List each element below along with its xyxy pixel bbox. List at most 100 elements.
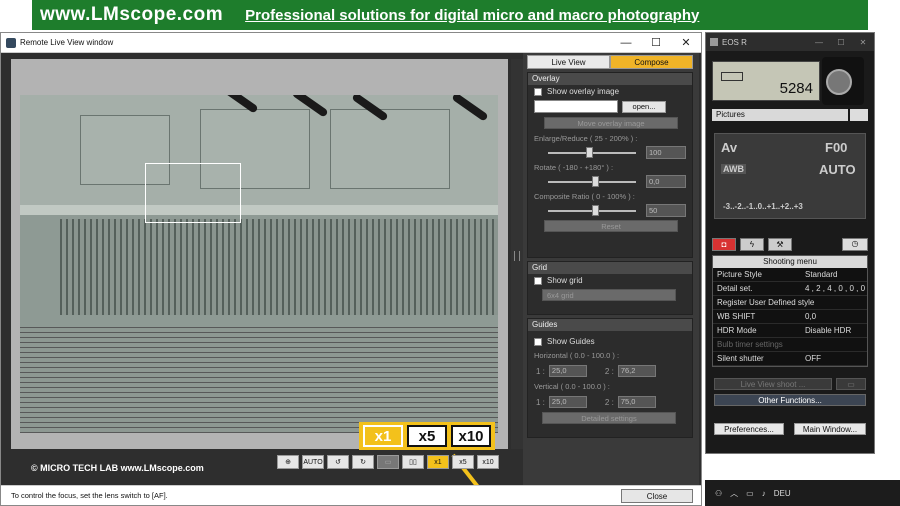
white-balance-button[interactable]: ⊕: [277, 455, 299, 469]
menu-row[interactable]: Silent shutter OFF: [713, 352, 867, 366]
banner-url: www.LMscope.com: [40, 4, 224, 25]
eos-minimize-button[interactable]: —: [808, 38, 830, 47]
horizontal-2-input[interactable]: 76,2: [617, 365, 656, 377]
show-overlay-label: Show overlay image: [547, 87, 620, 96]
eos-utility-window: EOS R — ☐ ✕ 5284 Pictures Av F00 AWB AUT…: [705, 32, 875, 454]
tab-compose[interactable]: Compose: [610, 55, 693, 69]
overlay-header: Overlay: [528, 73, 692, 85]
zoom-x1-button[interactable]: x1: [427, 455, 449, 469]
mode-value[interactable]: Av: [721, 140, 737, 155]
zoom-x5-large: x5: [407, 425, 447, 447]
maximize-button[interactable]: ☐: [641, 36, 671, 49]
pictures-folder[interactable]: Pictures: [712, 109, 848, 121]
flash-icon[interactable]: ϟ: [740, 238, 764, 251]
show-guides-label: Show Guides: [547, 337, 595, 346]
reset-button: Reset: [544, 220, 678, 232]
live-view-body: x1 x5 x10 © MICRO TECH LAB www.LMscope.c…: [1, 53, 701, 493]
v2-label: 2 :: [604, 397, 614, 407]
language-indicator[interactable]: DEU: [774, 489, 791, 498]
wb-value[interactable]: AWB: [721, 164, 746, 174]
zoom-x10-button[interactable]: x10: [477, 455, 499, 469]
overlay-path-input[interactable]: [534, 100, 618, 113]
close-window-button[interactable]: ✕: [671, 36, 701, 49]
iso-value[interactable]: AUTO: [819, 162, 856, 177]
disabled-tool-button: ▭: [377, 455, 399, 469]
eos-tabs: ◘ ϟ ⚒: [712, 238, 792, 251]
network-icon[interactable]: ▭: [746, 489, 754, 498]
menu-row[interactable]: WB SHIFT 0,0: [713, 310, 867, 324]
show-overlay-checkbox[interactable]: [534, 87, 542, 96]
speaker-icon[interactable]: ♪: [762, 489, 766, 498]
show-grid-checkbox[interactable]: [534, 276, 542, 285]
remote-live-view-window: Remote Live View window — ☐ ✕ x1 x5 x10 …: [0, 32, 702, 506]
tools-icon[interactable]: ⚒: [768, 238, 792, 251]
auto-focus-button[interactable]: AUTO: [302, 455, 324, 469]
show-grid-label: Show grid: [547, 276, 583, 285]
menu-row[interactable]: Detail set. 4 , 2 , 4 , 0 , 0 , 0: [713, 282, 867, 296]
menu-row: Bulb timer settings: [713, 338, 867, 352]
eos-maximize-button[interactable]: ☐: [830, 38, 852, 47]
zoom-x1-large: x1: [363, 425, 403, 447]
camera-capture-icon: ▭: [836, 378, 866, 390]
composite-slider[interactable]: [592, 205, 599, 216]
eos-title: EOS R: [722, 37, 747, 47]
eos-close-button[interactable]: ✕: [852, 38, 874, 47]
h2-label: 2 :: [604, 366, 614, 376]
menu-row[interactable]: Picture Style Standard: [713, 268, 867, 282]
zoom-callout: x1 x5 x10: [359, 422, 495, 450]
other-functions-button[interactable]: Other Functions...: [714, 394, 866, 406]
eos-title-bar: EOS R — ☐ ✕: [706, 33, 874, 51]
eos-app-icon: [710, 38, 718, 46]
menu-row[interactable]: Register User Defined style: [713, 296, 867, 310]
minimize-button[interactable]: —: [611, 37, 641, 49]
rotate-value[interactable]: 0,0: [646, 175, 686, 188]
guides-button[interactable]: ▯▯: [402, 455, 424, 469]
folder-icon[interactable]: [850, 109, 868, 121]
camera-lcd: 5284: [712, 61, 820, 101]
shooting-menu: Shooting menu Picture Style Standard Deta…: [712, 255, 868, 367]
live-view-image[interactable]: x1 x5 x10: [11, 59, 508, 488]
live-view-shoot-button: Live View shoot ...: [714, 378, 832, 390]
status-bar: To control the focus, set the lens switc…: [1, 485, 701, 505]
status-text: To control the focus, set the lens switc…: [11, 491, 168, 500]
exposure-scale[interactable]: -3..-2..-1..0..+1..+2..+3: [723, 202, 803, 211]
timer-icon[interactable]: ◷: [842, 238, 868, 251]
grid-header: Grid: [528, 262, 692, 274]
rotate-label: Rotate ( -180 - +180° ) :: [534, 163, 614, 172]
main-window-button[interactable]: Main Window...: [794, 423, 866, 435]
open-button[interactable]: open...: [622, 100, 666, 113]
composite-label: Composite Ratio ( 0 - 100% ) :: [534, 192, 635, 201]
menu-row[interactable]: HDR Mode Disable HDR: [713, 324, 867, 338]
rotate-left-button[interactable]: ↺: [327, 455, 349, 469]
brand-watermark: © MICRO TECH LAB www.LMscope.com: [31, 463, 204, 473]
aperture-value[interactable]: F00: [825, 140, 847, 155]
people-icon[interactable]: ⚇: [715, 489, 722, 498]
app-icon: [6, 37, 16, 48]
camera-icon[interactable]: ◘: [712, 238, 736, 251]
chevron-up-icon[interactable]: ︿: [730, 488, 738, 499]
composite-value[interactable]: 50: [646, 204, 686, 217]
shots-remaining: 5284: [779, 80, 813, 97]
enlarge-slider[interactable]: [586, 147, 593, 158]
vertical-1-input[interactable]: 25,0: [548, 396, 587, 408]
preferences-button[interactable]: Preferences...: [714, 423, 784, 435]
panel-tabs: Live View Compose: [527, 55, 693, 69]
move-overlay-button: Move overlay image: [544, 117, 678, 129]
rotate-slider[interactable]: [592, 176, 599, 187]
enlarge-value[interactable]: 100: [646, 146, 686, 159]
window-title: Remote Live View window: [20, 38, 114, 47]
close-button[interactable]: Close: [621, 489, 693, 503]
rotate-right-button[interactable]: ↻: [352, 455, 374, 469]
h1-label: 1 :: [536, 366, 545, 376]
show-guides-checkbox[interactable]: [534, 337, 542, 346]
vertical-2-input[interactable]: 75,0: [617, 396, 656, 408]
overlay-section: Overlay Show overlay image open... Move …: [527, 72, 693, 258]
splitter[interactable]: [511, 59, 523, 449]
focus-frame[interactable]: [145, 163, 241, 223]
zoom-x5-button[interactable]: x5: [452, 455, 474, 469]
camera-mode-dial[interactable]: [822, 57, 864, 105]
title-bar: Remote Live View window — ☐ ✕: [1, 33, 701, 53]
tab-live-view[interactable]: Live View: [527, 55, 610, 69]
banner-tagline: Professional solutions for digital micro…: [245, 6, 700, 24]
horizontal-1-input[interactable]: 25,0: [548, 365, 587, 377]
